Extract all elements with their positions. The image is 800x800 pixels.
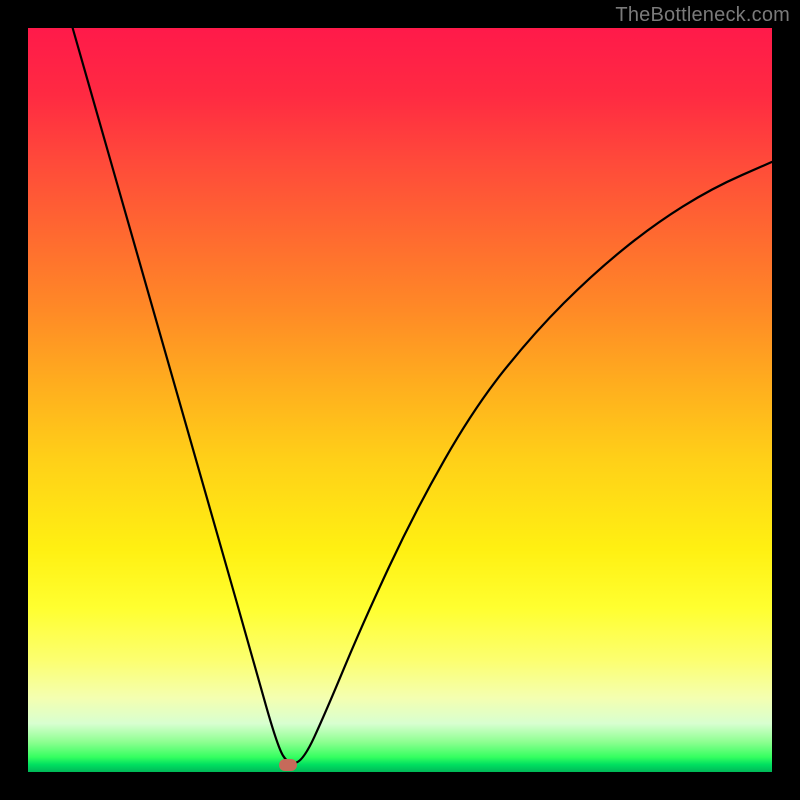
plot-area (28, 28, 772, 772)
chart-frame: TheBottleneck.com (0, 0, 800, 800)
watermark-text: TheBottleneck.com (615, 4, 790, 27)
optimal-point-marker (279, 759, 297, 771)
bottleneck-curve (28, 28, 772, 772)
